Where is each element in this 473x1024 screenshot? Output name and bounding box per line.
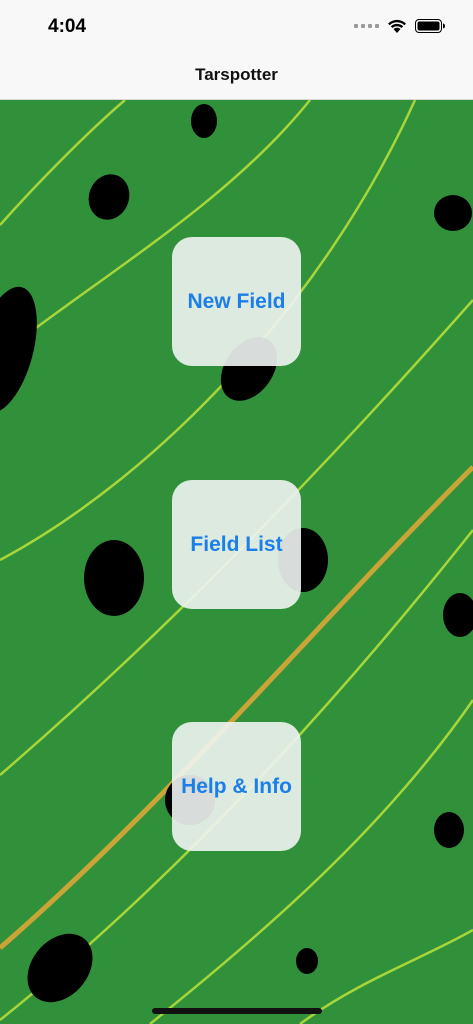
wifi-icon: [388, 19, 406, 33]
new-field-label: New Field: [187, 289, 286, 313]
tar-spot: [27, 933, 93, 1003]
help-info-button[interactable]: Help & Info: [172, 722, 301, 851]
field-list-button[interactable]: Field List: [172, 480, 301, 609]
nav-title: Tarspotter: [195, 65, 278, 84]
navigation-bar: Tarspotter: [0, 52, 473, 100]
tar-spot: [434, 195, 472, 231]
tar-spot: [434, 812, 464, 848]
tar-spot: [88, 174, 130, 220]
battery-icon: [415, 19, 445, 33]
tar-spot: [84, 540, 144, 616]
tar-spot: [296, 948, 318, 974]
tar-spot: [191, 104, 217, 138]
tar-spot: [0, 286, 37, 414]
contour-line: [299, 928, 473, 1024]
status-time: 4:04: [48, 16, 87, 37]
tar-spot: [443, 593, 473, 637]
home-indicator[interactable]: [152, 1008, 322, 1014]
new-field-button[interactable]: New Field: [172, 237, 301, 366]
field-list-label: Field List: [190, 532, 283, 556]
cellular-signal-icon: [354, 24, 379, 28]
status-icons: [354, 16, 445, 36]
status-bar: 4:04: [0, 0, 473, 52]
help-info-label: Help & Info: [181, 774, 292, 798]
